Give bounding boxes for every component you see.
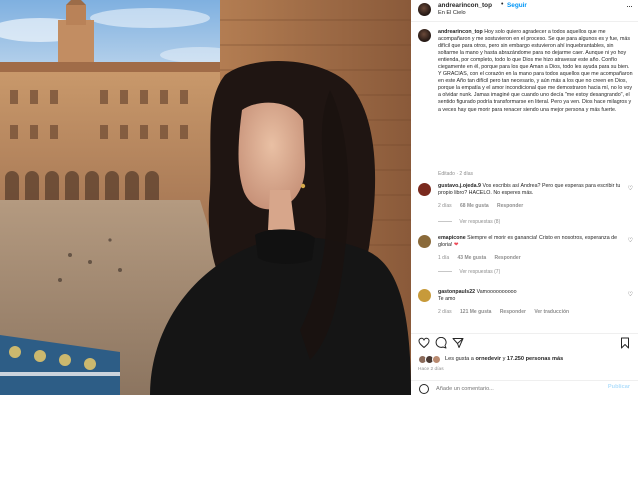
comment-time: 2 días — [438, 203, 452, 209]
likes-count[interactable]: 17.250 personas más — [507, 356, 563, 362]
bookmark-icon[interactable] — [619, 337, 631, 349]
follow-button[interactable]: Seguir — [507, 2, 527, 9]
comment-like-icon[interactable]: ♡ — [628, 237, 633, 244]
view-replies-label: Ver respuestas (8) — [459, 219, 501, 225]
comment-text: emapicone Siempre el morir es ganancia! … — [438, 235, 623, 249]
comment-body: Vamoooooooooo — [476, 289, 517, 295]
author-avatar[interactable] — [418, 3, 431, 16]
comment-username[interactable]: gastonpauls22 — [438, 289, 475, 295]
view-replies-button[interactable]: Ver respuestas (8) — [438, 219, 500, 225]
comment-username[interactable]: emapicone — [438, 235, 466, 241]
post-photo[interactable] — [0, 0, 411, 395]
comment-text: gustavo.j.ojeda.9 Vos escribis así Andre… — [438, 183, 623, 197]
reply-button[interactable]: Responder — [497, 203, 523, 209]
more-icon[interactable]: ··· — [626, 1, 633, 11]
comment-username[interactable]: gustavo.j.ojeda.9 — [438, 183, 481, 189]
likes-user[interactable]: ornedevir — [476, 356, 502, 362]
comment-icon[interactable] — [435, 337, 447, 349]
view-replies-label: Ver respuestas (7) — [459, 269, 501, 275]
separator-dot: • — [501, 1, 504, 8]
comment-like-icon[interactable]: ♡ — [628, 185, 633, 192]
comment-input[interactable] — [436, 383, 596, 395]
post-side-panel: andrearincon_top • Seguir En El Cielo ··… — [411, 0, 638, 395]
post-time: Hace 2 días — [418, 367, 444, 372]
comment-meta: 2 días 68 Me gusta Responder — [438, 203, 530, 209]
liker-avatar — [432, 355, 441, 364]
comment-likes[interactable]: 121 Me gusta — [460, 309, 491, 315]
comment-body-line2: Te amo — [438, 296, 456, 303]
caption-author-avatar[interactable] — [418, 29, 431, 42]
comment-avatar[interactable] — [418, 289, 431, 302]
publish-button[interactable]: Publicar — [608, 384, 630, 390]
comment-text: gastonpauls22 Vamoooooooooo Te amo — [438, 289, 623, 303]
comment-time: 1 día — [438, 255, 450, 261]
share-icon[interactable] — [452, 337, 464, 349]
comment-like-icon[interactable]: ♡ — [628, 291, 633, 298]
emoji-icon[interactable] — [419, 384, 429, 394]
post-location[interactable]: En El Cielo — [438, 10, 466, 16]
caption-text: andrearincon_top Hoy solo quiero agradec… — [438, 29, 633, 114]
view-replies-button[interactable]: Ver respuestas (7) — [438, 269, 500, 275]
comment-likes[interactable]: 43 Me gusta — [458, 255, 487, 261]
photo-illustration — [0, 0, 411, 395]
comment-composer: Publicar — [411, 380, 638, 396]
reply-button[interactable]: Responder — [500, 309, 526, 315]
likes-connector: y — [502, 356, 506, 362]
comment-avatar[interactable] — [418, 235, 431, 248]
comment-avatar[interactable] — [418, 183, 431, 196]
likes-prefix: Les gusta a — [445, 356, 474, 362]
comment-likes[interactable]: 68 Me gusta — [460, 203, 489, 209]
caption-body: Hoy solo quiero agradecer a todos aquell… — [438, 29, 633, 113]
caption-username[interactable]: andrearincon_top — [438, 29, 483, 35]
caption-meta: Editado · 2 días — [438, 171, 474, 177]
comment-meta: 2 días 121 Me gusta Responder Ver traduc… — [438, 309, 576, 315]
replies-divider — [438, 221, 452, 223]
comment-time: 2 días — [438, 309, 452, 315]
see-translation-button[interactable]: Ver traducción — [534, 309, 569, 315]
likes-summary[interactable]: Les gusta a ornedevir y 17.250 personas … — [445, 356, 563, 362]
replies-divider — [438, 271, 452, 273]
comment-meta: 1 día 43 Me gusta Responder — [438, 255, 528, 261]
red-heart-emoji: ❤ — [453, 242, 459, 249]
author-username[interactable]: andrearincon_top — [438, 2, 492, 9]
comments-scroll-area[interactable]: andrearincon_top Hoy solo quiero agradec… — [411, 23, 638, 331]
post-header: andrearincon_top • Seguir En El Cielo ··… — [411, 0, 638, 22]
reply-button[interactable]: Responder — [495, 255, 521, 261]
heart-icon[interactable] — [418, 337, 430, 349]
